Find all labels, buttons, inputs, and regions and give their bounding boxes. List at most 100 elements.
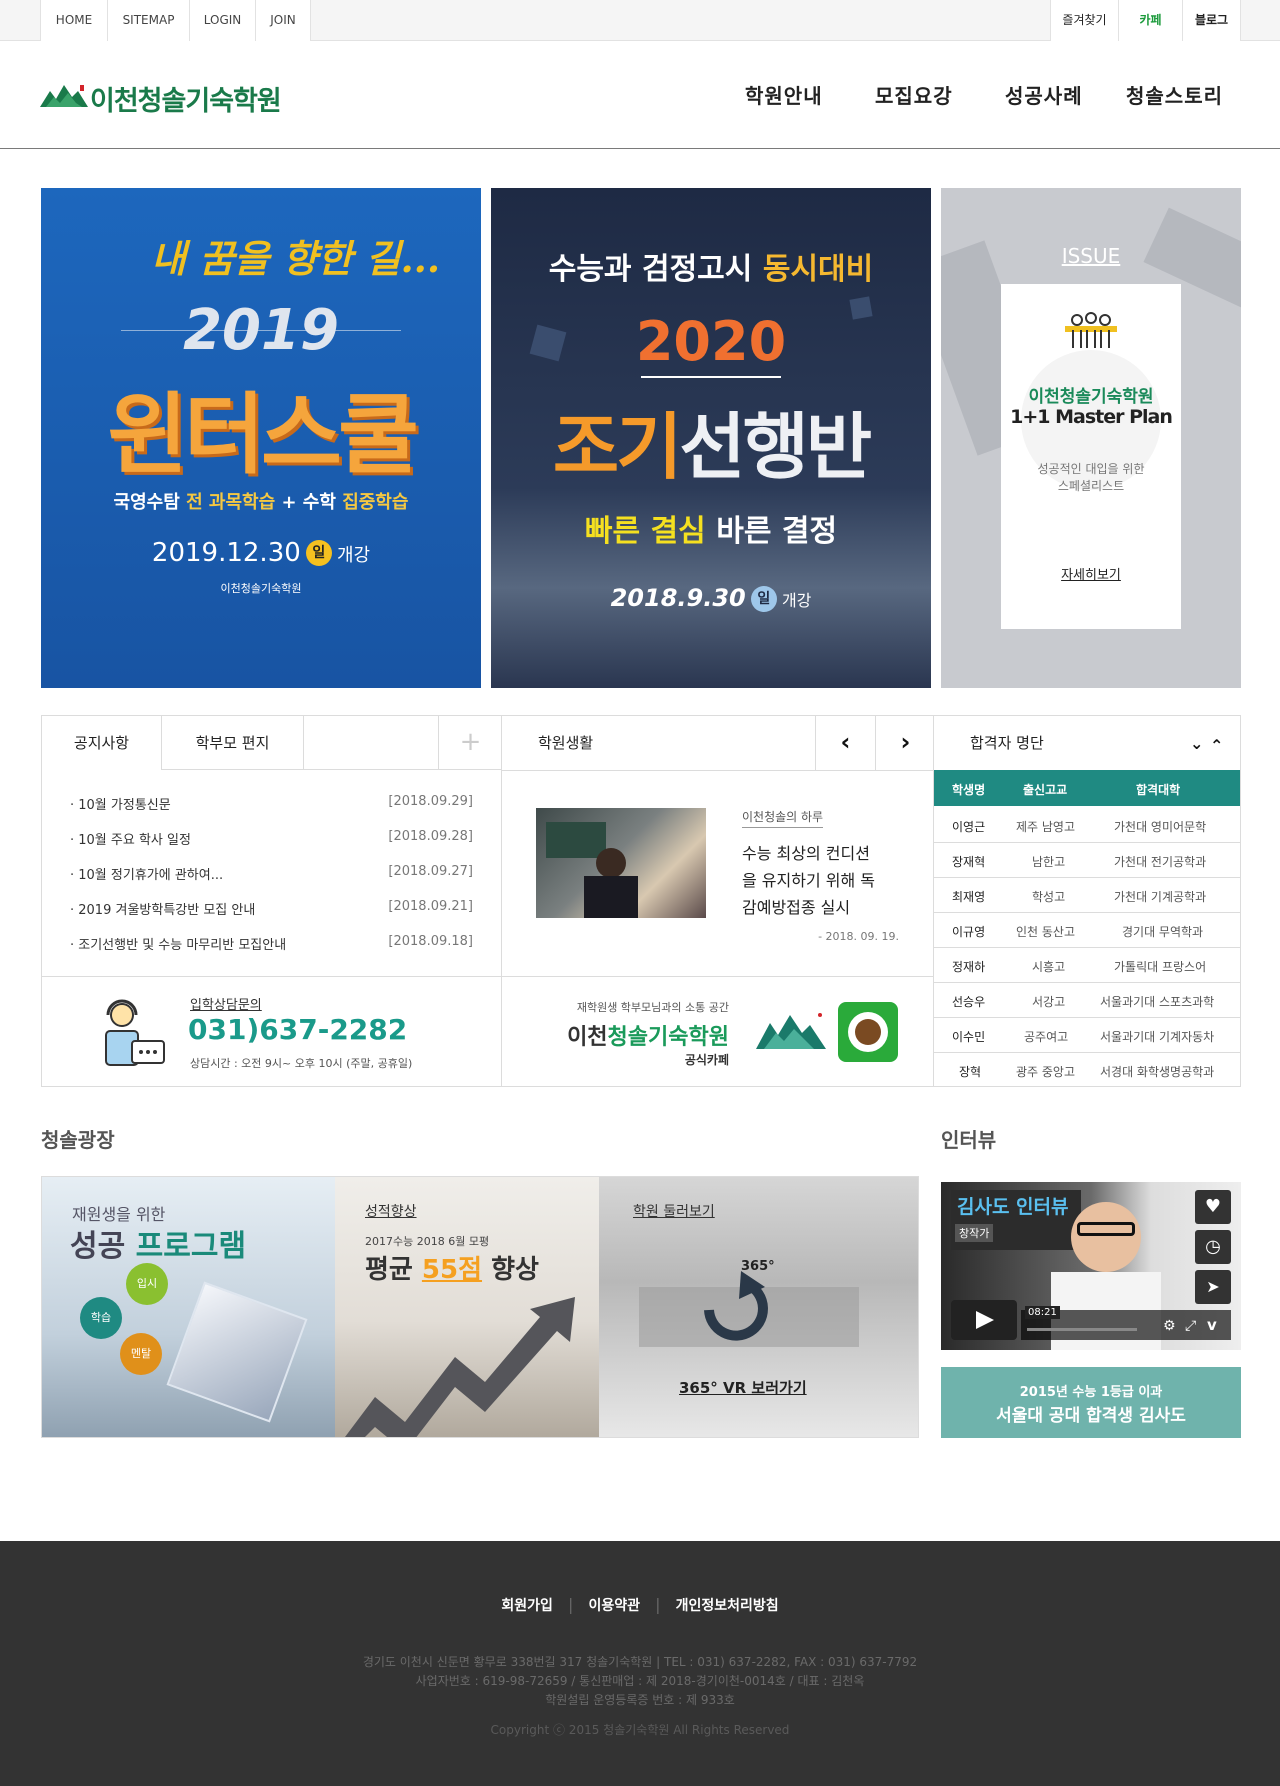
progress-bar[interactable] — [1027, 1328, 1137, 1331]
chevron-up-icon[interactable]: ⌃ — [1210, 736, 1223, 755]
video-time: 08:21 — [1025, 1306, 1060, 1319]
blog-link[interactable]: 블로그 — [1182, 0, 1241, 41]
heart-icon[interactable]: ♥ — [1195, 1190, 1231, 1224]
nav-success[interactable]: 성공사례 — [1005, 80, 1083, 109]
score-up-card[interactable]: 성적향상 2017수능 2018 6월 모평 평균 55점 향상 — [335, 1177, 599, 1437]
headline-line: 수능 최상의 컨디션 — [742, 844, 870, 863]
list-item[interactable]: · 10월 가정통신문 — [70, 794, 171, 813]
cell-univ: 서울과기대 스포츠과학 — [1100, 995, 1215, 1009]
terms-link[interactable]: 이용약관 — [588, 1598, 640, 1614]
table-row: 이영근 제주 남영고 가천대 영미어문학 — [934, 808, 1240, 843]
cafe-name: 이천청솔기숙학원 — [567, 1019, 729, 1051]
cell-name: 최재영 — [952, 890, 986, 904]
favorites-link[interactable]: 즐겨찾기 — [1050, 0, 1118, 41]
sitemap-link[interactable]: SITEMAP — [107, 0, 189, 41]
gear-icon[interactable]: ⚙ — [1163, 1318, 1176, 1334]
issue-desc1: 성공적인 대입을 위한 — [1037, 462, 1145, 476]
cell-univ: 가천대 영미어문학 — [1114, 820, 1207, 834]
cube-graphic — [166, 1281, 308, 1423]
signup-link[interactable]: 회원가입 — [501, 1598, 553, 1614]
cell-univ: 가톨릭대 프랑스어 — [1114, 960, 1207, 974]
home-link[interactable]: HOME — [40, 0, 107, 41]
winter-title: 윈터스쿨 — [107, 383, 419, 486]
p3-label: 학원 둘러보기 — [633, 1204, 715, 1220]
bubble-entrance: 입시 — [126, 1263, 168, 1305]
more-plus-icon[interactable]: + — [438, 716, 502, 770]
issue-org: 이천청솔기숙학원 — [1028, 387, 1154, 407]
cell-name: 이영근 — [952, 820, 986, 834]
blackboard — [546, 822, 606, 858]
login-link[interactable]: LOGIN — [189, 0, 255, 41]
site-logo[interactable]: 이천청솔기숙학원 — [40, 77, 312, 117]
header-student: 학생명 — [952, 783, 986, 797]
cafe-app-icon[interactable] — [838, 1002, 898, 1062]
cafe-link[interactable]: 카페 — [1118, 0, 1182, 41]
people-icon — [1065, 312, 1117, 348]
play-button[interactable] — [951, 1300, 1017, 1340]
subtitle-a: 국영수탐 — [113, 492, 180, 513]
winter-script-text: 내 꿈을 향한 길... — [151, 236, 441, 281]
p2-big-a: 평균 — [365, 1255, 413, 1285]
clock-icon[interactable]: ◷ — [1195, 1230, 1231, 1264]
next-arrow-icon[interactable]: › — [875, 716, 935, 770]
life-headline[interactable]: 수능 최상의 컨디션 을 유지하기 위해 독 감예방접종 실시 — [742, 840, 902, 921]
prev-arrow-icon[interactable]: ‹ — [815, 716, 875, 770]
cell-school: 남한고 — [1032, 855, 1066, 869]
interview-video[interactable]: 김사도 인터뷰 창작가 ♥ ◷ ➤ 08:21 ⚙ ⤢ v — [941, 1182, 1241, 1350]
notice-date: [2018.09.29] — [388, 794, 473, 809]
nav-about[interactable]: 학원안내 — [745, 80, 823, 109]
winter-year: 2019 — [183, 298, 339, 363]
winter-date: 2019.12.30 — [151, 538, 301, 568]
cell-school: 제주 남영고 — [1016, 820, 1076, 834]
issue-banner[interactable]: ISSUE 이천청솔기숙학원 1+1 Master Plan 성공적인 대입을 … — [941, 188, 1241, 688]
cell-univ: 가천대 기계공학과 — [1114, 890, 1207, 904]
life-photo[interactable] — [536, 808, 706, 918]
vr-tour-card[interactable]: 학원 둘러보기 365° 365° VR 보러가기 — [599, 1177, 918, 1437]
notice-title: 10월 가정통신문 — [78, 798, 171, 813]
list-item[interactable]: · 2019 겨울방학특강반 모집 안내 — [70, 899, 255, 918]
list-item[interactable]: · 10월 정기휴가에 관하여... — [70, 864, 223, 883]
tab-filler — [304, 716, 438, 770]
p1-big: 성공 프로그램 — [70, 1221, 246, 1265]
cafe-box[interactable]: 재학원생 학부모님과의 소통 공간 이천청솔기숙학원 공식카페 — [501, 976, 934, 1087]
p2-small: 2017수능 2018 6월 모평 — [365, 1235, 490, 1248]
consult-phone[interactable]: 031)637-2282 — [188, 1013, 407, 1046]
footer-address: 경기도 이천시 신둔면 황무로 338번길 317 청솔기숙학원 | TEL :… — [362, 1655, 918, 1669]
tab-notice[interactable]: 공지사항 — [42, 716, 162, 770]
nav-recruit[interactable]: 모집요강 — [875, 80, 953, 109]
subtitle-b: 전 과목학습 — [186, 492, 276, 513]
cell-name: 이규영 — [952, 925, 986, 939]
consult-box: 입학상담문의 031)637-2282 상담시간 : 오전 9시~ 오후 10시… — [41, 976, 502, 1087]
cell-name: 정재하 — [952, 960, 986, 974]
early-class-banner[interactable]: 수능과 검정고시 동시대비 2020 조기선행반 빠른 결심 바른 결정 201… — [491, 188, 931, 688]
list-item[interactable]: · 조기선행반 및 수능 마무리반 모집안내 — [70, 934, 286, 953]
day-badge: 일 — [305, 540, 332, 566]
issue-more-link[interactable]: 자세히보기 — [1001, 564, 1181, 583]
interview-caption[interactable]: 2015년 수능 1등급 이과 서울대 공대 합격생 김사도 — [941, 1367, 1241, 1438]
cafe-name-b: 청솔기숙학원 — [607, 1025, 729, 1050]
tab-parent-letter[interactable]: 학부모 편지 — [162, 716, 304, 770]
fullscreen-icon[interactable]: ⤢ — [1185, 1318, 1196, 1334]
notice-date: [2018.09.27] — [388, 864, 473, 879]
success-program-card[interactable]: 재원생을 위한 성공 프로그램 입시 학습 멘탈 — [42, 1177, 335, 1437]
notice-date: [2018.09.18] — [388, 934, 473, 949]
vr-tour-link[interactable]: 365° VR 보러가기 — [679, 1377, 807, 1398]
nav-story[interactable]: 청솔스토리 — [1126, 80, 1223, 109]
join-link[interactable]: JOIN — [255, 0, 311, 41]
privacy-link[interactable]: 개인정보처리방침 — [676, 1598, 779, 1614]
notice-title: 2019 겨울방학특강반 모집 안내 — [78, 903, 256, 918]
bubble-mental: 멘탈 — [120, 1333, 162, 1375]
vimeo-icon[interactable]: v — [1207, 1316, 1217, 1334]
send-icon[interactable]: ➤ — [1195, 1270, 1231, 1304]
notice-title: 10월 주요 학사 일정 — [78, 833, 191, 848]
winter-date-row: 2019.12.30 일 개강 — [41, 538, 481, 568]
early-top-line: 수능과 검정고시 동시대비 — [491, 244, 931, 288]
list-item[interactable]: · 10월 주요 학사 일정 — [70, 829, 191, 848]
table-row: 선승우 서강고 서울과기대 스포츠과학 — [934, 983, 1240, 1018]
winter-school-banner[interactable]: 내 꿈을 향한 길... 2019 윈터스쿨 국영수탐 전 과목학습 + 수학 … — [41, 188, 481, 688]
life-category: 이천청솔의 하루 — [742, 808, 824, 828]
chevron-down-icon[interactable]: ⌄ — [1190, 734, 1203, 753]
issue-desc2: 스페셜리스트 — [1057, 479, 1125, 493]
slogan-a: 빠른 결심 — [584, 514, 706, 549]
video-title: 김사도 인터뷰 — [957, 1196, 1069, 1218]
